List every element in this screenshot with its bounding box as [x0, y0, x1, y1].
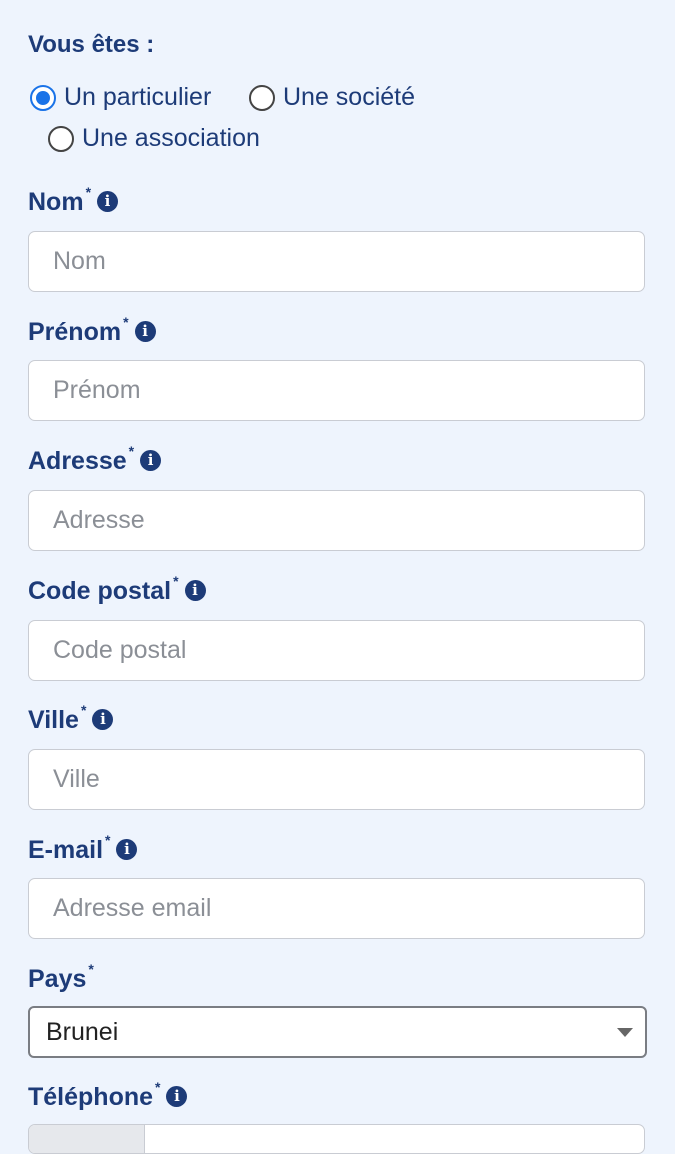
pays-label-row: Pays *: [28, 961, 94, 994]
info-icon[interactable]: i: [97, 191, 119, 212]
adresse-label-row: Adresse * i: [28, 443, 162, 476]
email-field[interactable]: [28, 878, 645, 939]
prenom-label-row: Prénom * i: [28, 314, 156, 347]
email-label-row: E-mail * i: [28, 832, 138, 865]
telephone-label: Téléphone: [28, 1083, 154, 1111]
info-icon[interactable]: i: [166, 1086, 188, 1107]
customer-type-question: Vous êtes :: [28, 30, 154, 60]
required-mark: *: [80, 702, 87, 718]
required-mark: *: [128, 443, 135, 459]
info-icon[interactable]: i: [116, 839, 138, 860]
radio-societe-label[interactable]: Une société: [283, 83, 415, 112]
radio-societe[interactable]: Une société: [249, 83, 415, 112]
pays-selected-value: Brunei: [46, 1017, 119, 1046]
prenom-input[interactable]: [29, 361, 644, 420]
ville-field[interactable]: [28, 749, 645, 810]
code-postal-input[interactable]: [29, 621, 644, 680]
telephone-field[interactable]: [28, 1124, 645, 1154]
radio-association-label[interactable]: Une association: [82, 124, 260, 153]
adresse-field[interactable]: [28, 490, 645, 551]
code-postal-label-row: Code postal * i: [28, 573, 206, 606]
email-label: E-mail: [28, 836, 104, 864]
required-mark: *: [88, 961, 94, 977]
required-mark: *: [155, 1079, 161, 1095]
radio-association[interactable]: Une association: [48, 124, 260, 153]
nom-label: Nom: [28, 188, 84, 216]
nom-field[interactable]: [28, 231, 645, 292]
radio-association-circle[interactable]: [48, 125, 74, 152]
telephone-label-row: Téléphone * i: [28, 1079, 188, 1112]
ville-label: Ville: [28, 706, 79, 734]
info-icon[interactable]: i: [184, 580, 206, 601]
pays-select[interactable]: Brunei: [28, 1006, 647, 1058]
prenom-label: Prénom: [28, 318, 122, 346]
nom-label-row: Nom * i: [28, 184, 119, 217]
phone-country-prefix[interactable]: [29, 1125, 145, 1153]
ville-input[interactable]: [29, 750, 644, 809]
chevron-down-icon: [617, 1027, 633, 1037]
adresse-label: Adresse: [28, 447, 127, 475]
nom-input[interactable]: [29, 232, 644, 291]
pays-label: Pays: [28, 965, 87, 993]
required-mark: *: [123, 314, 129, 330]
info-icon[interactable]: i: [92, 709, 114, 730]
adresse-input[interactable]: [29, 491, 644, 550]
ville-label-row: Ville * i: [28, 702, 114, 735]
required-mark: *: [85, 184, 92, 200]
required-mark: *: [105, 832, 111, 848]
radio-societe-circle[interactable]: [249, 84, 275, 111]
customer-type-label: Vous êtes :: [28, 31, 155, 58]
prenom-field[interactable]: [28, 360, 645, 421]
email-input[interactable]: [29, 879, 644, 938]
required-mark: *: [173, 573, 179, 589]
code-postal-label: Code postal: [28, 577, 172, 605]
radio-particulier-label[interactable]: Un particulier: [64, 83, 211, 112]
info-icon[interactable]: i: [140, 450, 162, 471]
code-postal-field[interactable]: [28, 620, 645, 681]
radio-particulier-circle[interactable]: [30, 84, 56, 111]
info-icon[interactable]: i: [134, 321, 156, 342]
radio-particulier[interactable]: Un particulier: [30, 83, 211, 112]
